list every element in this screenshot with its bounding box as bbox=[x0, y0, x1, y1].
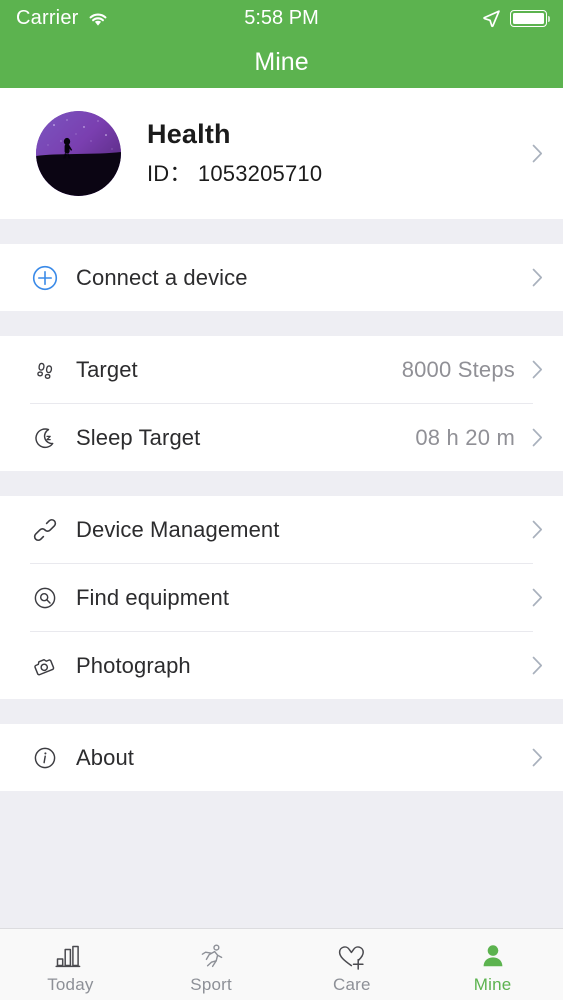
info-section: About bbox=[0, 724, 563, 791]
status-bar-left: Carrier bbox=[16, 7, 109, 30]
row-value: 8000 Steps bbox=[401, 356, 515, 382]
profile-text: Health ID： 1053205710 bbox=[147, 119, 322, 188]
tab-mine[interactable]: Mine bbox=[422, 929, 563, 1000]
tab-sport[interactable]: Sport bbox=[141, 929, 282, 1000]
targets-section: Target 8000 Steps Sleep Target 08 h 20 m bbox=[0, 336, 563, 471]
chevron-right-icon bbox=[532, 428, 543, 447]
find-device-icon bbox=[30, 583, 60, 613]
app-root: Carrier 5:58 PM Mine Health ID： 10532057… bbox=[0, 0, 563, 1000]
row-find-equipment[interactable]: Find equipment bbox=[0, 564, 563, 631]
status-bar-right bbox=[482, 9, 550, 28]
row-label: Photograph bbox=[76, 652, 191, 678]
plus-circle-icon bbox=[30, 263, 60, 293]
section-gap bbox=[0, 471, 563, 496]
row-label: Target bbox=[76, 356, 138, 382]
top-bar: Carrier 5:58 PM Mine bbox=[0, 0, 563, 88]
chevron-right-icon bbox=[532, 748, 543, 767]
tab-label: Care bbox=[333, 974, 371, 994]
row-label: Sleep Target bbox=[76, 424, 201, 450]
moon-icon bbox=[30, 423, 60, 453]
row-about[interactable]: About bbox=[0, 724, 563, 791]
bar-chart-icon bbox=[53, 938, 87, 972]
row-photograph[interactable]: Photograph bbox=[0, 632, 563, 699]
profile-name: Health bbox=[147, 119, 231, 149]
connect-section: Connect a device bbox=[0, 244, 563, 311]
section-gap bbox=[0, 311, 563, 336]
profile-card: Health ID： 1053205710 bbox=[0, 88, 563, 219]
running-person-icon bbox=[194, 938, 228, 972]
device-section: Device Management Find equipment Photogr… bbox=[0, 496, 563, 699]
chevron-right-icon bbox=[532, 588, 543, 607]
status-bar: Carrier 5:58 PM bbox=[0, 0, 563, 37]
chevron-right-icon bbox=[532, 144, 543, 163]
row-target[interactable]: Target 8000 Steps bbox=[0, 336, 563, 403]
row-value: 08 h 20 m bbox=[415, 424, 515, 450]
profile-row[interactable]: Health ID： 1053205710 bbox=[0, 88, 563, 219]
clock-label: 5:58 PM bbox=[244, 7, 319, 29]
tab-label: Sport bbox=[190, 974, 232, 994]
row-sleep-target[interactable]: Sleep Target 08 h 20 m bbox=[0, 404, 563, 471]
chevron-right-icon bbox=[532, 360, 543, 379]
page-title: Mine bbox=[254, 48, 309, 76]
section-gap bbox=[0, 699, 563, 724]
avatar[interactable] bbox=[36, 111, 121, 196]
heart-plus-icon bbox=[335, 938, 369, 972]
info-circle-icon bbox=[30, 743, 60, 773]
navigation-bar: Mine bbox=[0, 37, 563, 88]
location-arrow-icon bbox=[482, 9, 501, 28]
profile-id: ID： 1053205710 bbox=[147, 161, 323, 186]
scroll-content: Health ID： 1053205710 Connect a device T… bbox=[0, 88, 563, 928]
tab-care[interactable]: Care bbox=[282, 929, 423, 1000]
row-label: Find equipment bbox=[76, 584, 230, 610]
row-label: Connect a device bbox=[76, 264, 248, 290]
row-connect-device[interactable]: Connect a device bbox=[0, 244, 563, 311]
wifi-icon bbox=[87, 11, 109, 27]
section-gap bbox=[0, 219, 563, 244]
chevron-right-icon bbox=[532, 656, 543, 675]
link-icon bbox=[30, 515, 60, 545]
battery-full-icon bbox=[510, 10, 550, 27]
tab-today[interactable]: Today bbox=[0, 929, 141, 1000]
camera-icon bbox=[30, 651, 60, 681]
row-device-management[interactable]: Device Management bbox=[0, 496, 563, 563]
tab-label: Mine bbox=[473, 974, 512, 994]
tab-label: Today bbox=[47, 974, 94, 994]
chevron-right-icon bbox=[532, 268, 543, 287]
chevron-right-icon bbox=[532, 520, 543, 539]
tab-bar: Today Sport Care Mine bbox=[0, 928, 563, 1000]
person-icon bbox=[476, 938, 510, 972]
row-label: Device Management bbox=[76, 516, 280, 542]
carrier-label: Carrier bbox=[16, 7, 79, 29]
footprints-icon bbox=[30, 355, 60, 385]
row-label: About bbox=[76, 744, 134, 770]
